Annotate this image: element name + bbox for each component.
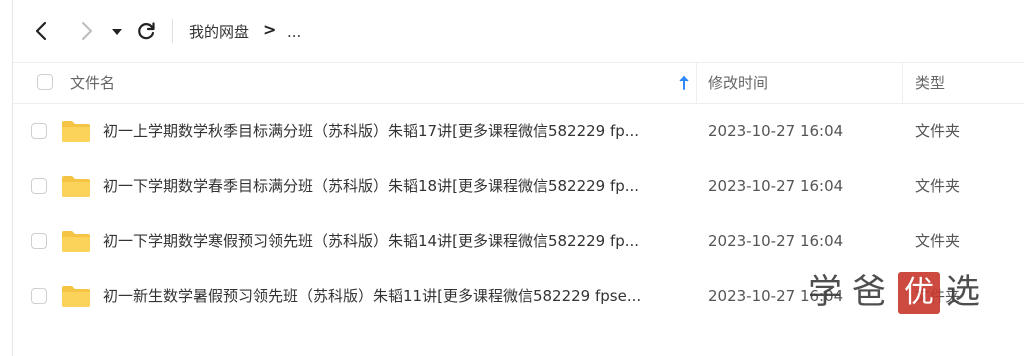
file-type: 文件夹 — [915, 232, 961, 250]
file-modified-time: 2023-10-27 16:04 — [708, 232, 844, 250]
column-header-name[interactable]: 文件名 — [70, 63, 115, 103]
column-divider[interactable] — [902, 63, 903, 103]
breadcrumb-more[interactable]: ... — [287, 22, 301, 42]
file-list-header: 文件名 修改时间 类型 — [13, 62, 1024, 104]
watermark-char: 选 — [946, 272, 980, 312]
chevron-left-icon — [35, 21, 47, 41]
breadcrumb-root[interactable]: 我的网盘 — [189, 22, 249, 42]
file-type: 文件夹 — [915, 122, 961, 140]
column-divider[interactable] — [696, 63, 697, 103]
navigation-bar: 我的网盘 > ... — [0, 0, 1024, 62]
file-modified-time: 2023-10-27 16:04 — [708, 177, 844, 195]
watermark-char: 学 — [808, 272, 842, 312]
file-name[interactable]: 初一下学期数学春季目标满分班（苏科版）朱韬18讲[更多课程微信582229 fp… — [103, 175, 639, 197]
folder-icon — [62, 176, 90, 197]
file-modified-time: 2023-10-27 16:04 — [708, 122, 844, 140]
folder-icon — [62, 121, 90, 142]
refresh-icon — [138, 22, 155, 40]
table-row[interactable]: 初一下学期数学寒假预习领先班（苏科版）朱韬14讲[更多课程微信582229 fp… — [13, 213, 1024, 268]
file-type: 文件夹 — [915, 177, 961, 195]
caret-down-icon — [112, 29, 122, 35]
chevron-right-icon — [82, 22, 92, 40]
file-name[interactable]: 初一上学期数学秋季目标满分班（苏科版）朱韬17讲[更多课程微信582229 fp… — [103, 120, 639, 142]
arrow-up-icon[interactable] — [677, 73, 691, 93]
history-dropdown-button[interactable] — [108, 19, 126, 43]
table-row[interactable]: 初一上学期数学秋季目标满分班（苏科版）朱韬17讲[更多课程微信582229 fp… — [13, 103, 1024, 158]
watermark-seal: 优 — [898, 272, 940, 314]
folder-icon — [62, 231, 90, 252]
breadcrumb-separator: > — [263, 20, 277, 39]
select-all-checkbox[interactable] — [37, 74, 53, 90]
file-name[interactable]: 初一新生数学暑假预习领先班（苏科版）朱韬11讲[更多课程微信582229 fps… — [103, 285, 641, 307]
row-checkbox[interactable] — [31, 178, 47, 194]
column-header-modified[interactable]: 修改时间 — [708, 63, 768, 103]
row-checkbox[interactable] — [31, 233, 47, 249]
refresh-button[interactable] — [134, 19, 158, 43]
row-checkbox[interactable] — [31, 288, 47, 304]
table-row[interactable]: 初一下学期数学春季目标满分班（苏科版）朱韬18讲[更多课程微信582229 fp… — [13, 158, 1024, 213]
watermark-char: 爸 — [852, 272, 886, 312]
forward-button[interactable] — [74, 19, 98, 43]
file-name[interactable]: 初一下学期数学寒假预习领先班（苏科版）朱韬14讲[更多课程微信582229 fp… — [103, 230, 639, 252]
folder-icon — [62, 286, 90, 307]
back-button[interactable] — [30, 19, 54, 43]
watermark-logo: 学 爸 优 选 — [808, 270, 988, 318]
row-checkbox[interactable] — [31, 123, 47, 139]
column-header-type[interactable]: 类型 — [915, 63, 945, 103]
nav-divider — [172, 19, 173, 43]
